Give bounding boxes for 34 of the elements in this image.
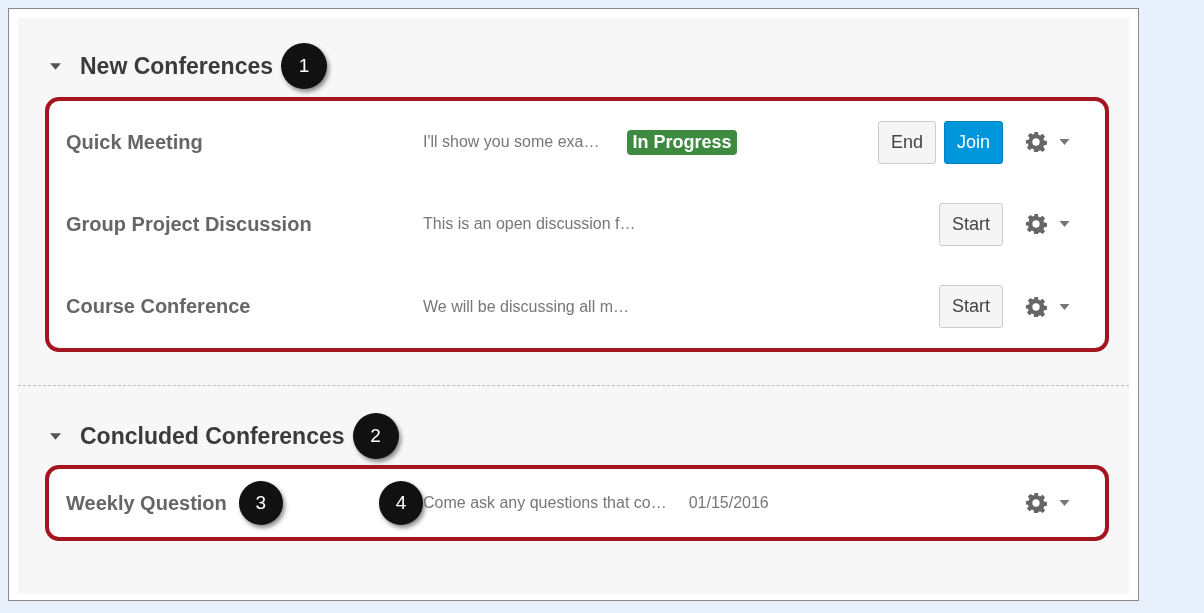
- caret-icon: [1059, 500, 1070, 506]
- settings-menu-button[interactable]: [1025, 492, 1070, 514]
- caret-icon[interactable]: [50, 432, 61, 440]
- conference-name[interactable]: Group Project Discussion: [66, 213, 312, 236]
- settings-menu-button[interactable]: [1025, 131, 1070, 154]
- callout-number: 1: [281, 43, 327, 89]
- callout-number: 2: [352, 413, 399, 459]
- settings-menu-button[interactable]: [1025, 295, 1070, 318]
- section-title: New Conferences: [80, 52, 273, 80]
- callout-number: 4: [379, 481, 423, 525]
- settings-icon: [1025, 492, 1047, 514]
- conference-description: This is an open discussion f…: [423, 215, 636, 234]
- caret-icon[interactable]: [50, 62, 61, 70]
- caret-icon: [1059, 139, 1070, 146]
- conference-date: 01/15/2016: [688, 494, 769, 512]
- conference-description: I'll show you some exa…: [423, 133, 600, 152]
- conference-name[interactable]: Weekly Question: [66, 491, 227, 515]
- settings-icon: [1025, 213, 1047, 236]
- caret-icon: [1059, 221, 1070, 228]
- conference-name[interactable]: Course Conference: [66, 295, 251, 319]
- settings-menu-button[interactable]: [1025, 213, 1070, 236]
- status-badge: In Progress: [627, 129, 737, 155]
- caret-icon: [1059, 303, 1070, 310]
- section-title: Concluded Conferences: [80, 422, 345, 450]
- join-button[interactable]: Join: [943, 120, 1003, 164]
- conference-description: Come ask any questions that co…: [423, 494, 667, 512]
- settings-icon: [1025, 295, 1047, 318]
- conference-description: We will be discussing all m…: [423, 297, 629, 316]
- action-button[interactable]: End: [877, 120, 936, 164]
- callout-number: 3: [238, 481, 283, 525]
- action-button[interactable]: Start: [939, 203, 1003, 246]
- action-button[interactable]: Start: [939, 285, 1003, 329]
- settings-icon: [1025, 131, 1047, 154]
- conference-name[interactable]: Quick Meeting: [66, 130, 203, 154]
